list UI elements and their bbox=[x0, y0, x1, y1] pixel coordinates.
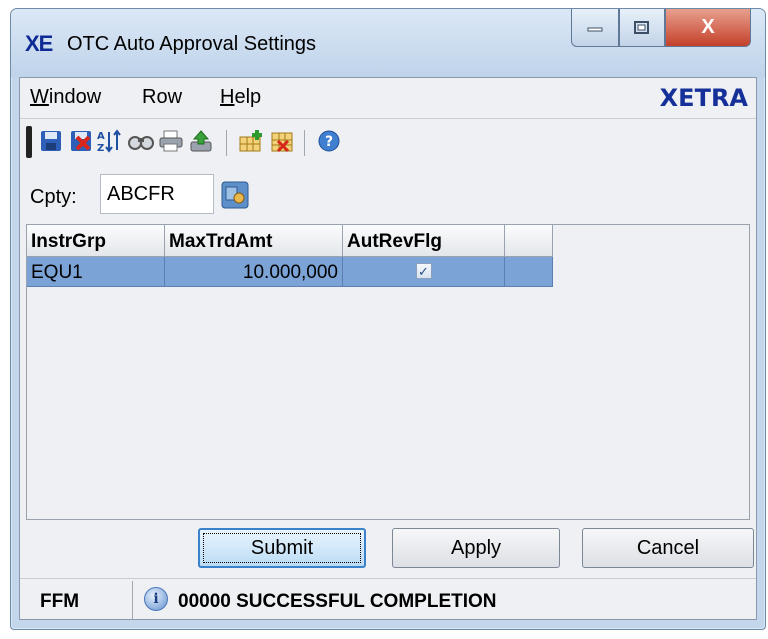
apply-label: Apply bbox=[450, 536, 502, 559]
column-header-maxtrdamt[interactable]: MaxTrdAmt bbox=[165, 225, 343, 257]
minimize-button[interactable] bbox=[571, 9, 619, 47]
minimize-icon bbox=[587, 27, 603, 31]
grid-header: InstrGrp MaxTrdAmt AutRevFlg bbox=[27, 225, 553, 257]
sort-button[interactable]: AZ bbox=[96, 128, 122, 154]
menu-help-mnemonic: H bbox=[220, 86, 235, 108]
status-message: 00000 SUCCESSFUL COMPLETION bbox=[178, 591, 497, 612]
save-button[interactable] bbox=[38, 128, 64, 154]
cell-instrgrp[interactable]: EQU1 bbox=[27, 257, 165, 287]
submit-button[interactable]: Submit bbox=[198, 528, 366, 568]
menu-window-rest: indow bbox=[48, 86, 102, 108]
print-button[interactable] bbox=[158, 128, 184, 154]
help-icon: ? bbox=[318, 130, 340, 152]
svg-text:Z: Z bbox=[97, 143, 104, 154]
cancel-label: Cancel bbox=[636, 536, 700, 559]
maximize-icon bbox=[634, 20, 649, 34]
menu-bar: Window Row Help XETRA bbox=[20, 78, 756, 119]
cpty-input[interactable] bbox=[100, 174, 214, 214]
cpty-lookup-button[interactable] bbox=[220, 180, 250, 210]
menu-window-mnemonic: W bbox=[30, 86, 49, 108]
autrevflg-checkbox[interactable]: ✓ bbox=[415, 263, 432, 279]
add-row-button[interactable] bbox=[238, 128, 264, 154]
toolbar: AZ ? bbox=[20, 120, 756, 164]
toolbar-separator bbox=[226, 130, 227, 156]
delete-row-button[interactable] bbox=[270, 128, 296, 154]
column-header-instrgrp[interactable]: InstrGrp bbox=[27, 225, 165, 257]
svg-text:?: ? bbox=[325, 134, 333, 150]
find-icon bbox=[128, 136, 154, 150]
approval-grid: InstrGrp MaxTrdAmt AutRevFlg EQU1 10.000… bbox=[26, 224, 750, 520]
export-button[interactable] bbox=[188, 128, 214, 154]
column-header-blank[interactable] bbox=[505, 225, 553, 257]
title-bar[interactable]: XE OTC Auto Approval Settings X bbox=[11, 9, 765, 77]
app-logo: XE bbox=[25, 31, 53, 56]
print-icon bbox=[159, 130, 183, 152]
lookup-icon bbox=[221, 181, 249, 209]
apply-button[interactable]: Apply bbox=[392, 528, 560, 568]
svg-text:A: A bbox=[97, 131, 105, 142]
toolbar-separator bbox=[304, 130, 305, 156]
status-tag: FFM bbox=[40, 591, 80, 612]
status-bar: FFM i 00000 SUCCESSFUL COMPLETION bbox=[20, 578, 756, 621]
cell-blank[interactable] bbox=[505, 257, 553, 287]
check-mark-icon: ✓ bbox=[418, 263, 429, 279]
menu-help-rest: elp bbox=[234, 86, 262, 108]
add-row-icon bbox=[239, 130, 262, 152]
cell-autrevflg[interactable]: ✓ bbox=[343, 257, 505, 287]
sort-icon: AZ bbox=[97, 129, 121, 154]
toolbar-grip[interactable] bbox=[26, 126, 32, 158]
table-row[interactable]: EQU1 10.000,000 ✓ bbox=[27, 257, 553, 287]
cpty-label: Cpty: bbox=[30, 186, 77, 208]
export-icon bbox=[190, 130, 212, 152]
window-title: OTC Auto Approval Settings bbox=[67, 33, 317, 55]
menu-row[interactable]: Row bbox=[142, 86, 182, 109]
close-button[interactable]: X bbox=[665, 9, 751, 47]
cancel-button[interactable]: Cancel bbox=[582, 528, 754, 568]
app-window: XE OTC Auto Approval Settings X Window R… bbox=[10, 8, 766, 630]
focus-ring bbox=[203, 533, 361, 563]
save-icon bbox=[41, 131, 61, 151]
help-button[interactable]: ? bbox=[316, 128, 342, 154]
brand-logo: XETRA bbox=[659, 84, 748, 112]
menu-window[interactable]: Window bbox=[30, 86, 101, 109]
close-icon: X bbox=[701, 16, 715, 38]
client-area: Window Row Help XETRA AZ ? Cpty: ABCFR I… bbox=[19, 77, 757, 620]
delete-row-icon bbox=[271, 132, 293, 153]
maximize-button[interactable] bbox=[619, 9, 665, 47]
column-header-autrevflg[interactable]: AutRevFlg bbox=[343, 225, 505, 257]
delete-save-button[interactable] bbox=[68, 128, 94, 154]
delete-save-icon bbox=[71, 131, 91, 151]
status-divider bbox=[132, 581, 133, 619]
info-icon: i bbox=[144, 587, 168, 611]
cell-maxtrdamt[interactable]: 10.000,000 bbox=[165, 257, 343, 287]
find-button[interactable] bbox=[128, 128, 154, 154]
menu-help[interactable]: Help bbox=[220, 86, 261, 109]
